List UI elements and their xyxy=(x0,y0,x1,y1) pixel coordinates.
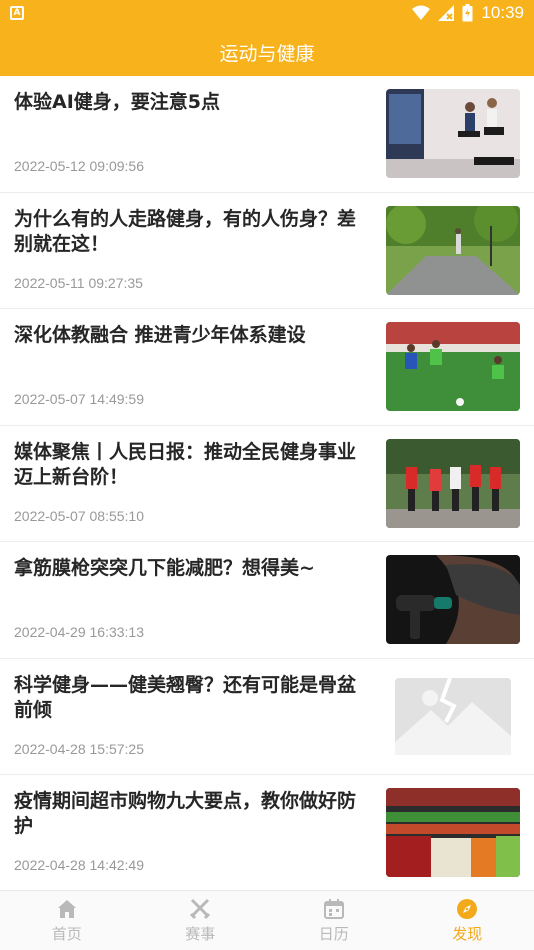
compass-icon xyxy=(457,899,478,919)
article-item[interactable]: 为什么有的人走路健身，有的人伤身？差别就在这！ 2022-05-11 09:27… xyxy=(0,192,534,309)
calendar-icon xyxy=(323,899,344,919)
article-thumbnail xyxy=(386,438,520,528)
article-title: 拿筋膜枪突突几下能减肥？想得美~ xyxy=(14,557,315,579)
article-date: 2022-04-28 15:57:25 xyxy=(14,740,144,757)
image-placeholder-icon xyxy=(395,676,511,755)
youth-soccer-photo xyxy=(386,322,520,411)
article-title: 深化体教融合 推进青少年体系建设 xyxy=(14,324,306,346)
tab-home[interactable]: 首页 xyxy=(0,891,134,950)
article-date: 2022-04-28 14:42:49 xyxy=(14,857,144,873)
article-title: 科学健身——健美翘臀？还有可能是骨盆前倾 xyxy=(14,673,357,721)
tab-label: 日历 xyxy=(318,925,349,943)
tab-label: 赛事 xyxy=(185,925,216,943)
park-walking-photo xyxy=(386,205,520,295)
clock: 10:39 xyxy=(481,3,524,22)
supermarket-produce-photo xyxy=(386,788,520,877)
home-icon xyxy=(57,900,76,918)
article-date: 2022-05-12 09:09:56 xyxy=(14,158,144,174)
status-icons: 10:39 xyxy=(412,3,524,23)
article-title: 体验AI健身，要注意5点 xyxy=(14,91,220,113)
article-list: 体验AI健身，要注意5点 2022-05-12 09:09:56 为什么有的人走… xyxy=(0,76,534,892)
tab-calendar[interactable]: 日历 xyxy=(267,891,401,950)
signal-icon xyxy=(438,5,455,21)
status-bar: A 10:39 xyxy=(0,0,534,28)
article-item[interactable]: 科学健身——健美翘臀？还有可能是骨盆前倾 2022-04-28 15:57:25 xyxy=(0,658,534,775)
article-title: 媒体聚焦丨人民日报：推动全民健身事业迈上新台阶！ xyxy=(14,440,357,488)
massage-gun-photo xyxy=(386,555,520,644)
article-item[interactable]: 拿筋膜枪突突几下能减肥？想得美~ 2022-04-29 16:33:13 xyxy=(0,542,534,659)
article-thumbnail xyxy=(386,89,520,178)
article-title: 为什么有的人走路健身，有的人伤身？差别就在这！ xyxy=(14,207,357,255)
bottom-tab-bar: 首页 赛事 日历 发现 xyxy=(0,890,534,950)
article-date: 2022-05-07 14:49:59 xyxy=(14,391,144,407)
article-date: 2022-05-07 08:55:10 xyxy=(14,507,144,524)
tab-label: 发现 xyxy=(452,925,483,943)
article-date: 2022-04-29 16:33:13 xyxy=(14,624,144,640)
page-title: 运动与健康 xyxy=(219,42,315,65)
tab-label: 首页 xyxy=(51,925,82,943)
wifi-icon xyxy=(412,5,431,20)
article-thumbnail xyxy=(386,672,520,761)
article-item[interactable]: 疫情期间超市购物九大要点，教你做好防护 2022-04-28 14:42:49 xyxy=(0,775,534,892)
article-item[interactable]: 媒体聚焦丨人民日报：推动全民健身事业迈上新台阶！ 2022-05-07 08:5… xyxy=(0,425,534,542)
article-thumbnail xyxy=(386,205,520,295)
article-thumbnail xyxy=(386,555,520,644)
article-item[interactable]: 体验AI健身，要注意5点 2022-05-12 09:09:56 xyxy=(0,76,534,193)
article-thumbnail xyxy=(386,322,520,411)
notification-icon: A xyxy=(10,6,24,20)
battery-icon xyxy=(462,4,473,22)
article-item[interactable]: 深化体教融合 推进青少年体系建设 2022-05-07 14:49:59 xyxy=(0,309,534,426)
fitness-training-photo xyxy=(386,89,520,178)
tab-events[interactable]: 赛事 xyxy=(134,891,268,950)
article-date: 2022-05-11 09:27:35 xyxy=(14,274,143,291)
crossed-swords-icon xyxy=(190,898,211,920)
app-header: 运动与健康 xyxy=(0,28,534,76)
article-thumbnail xyxy=(386,788,520,877)
tab-discover[interactable]: 发现 xyxy=(401,891,534,950)
group-running-photo xyxy=(386,438,520,528)
article-title: 疫情期间超市购物九大要点，教你做好防护 xyxy=(14,790,357,837)
